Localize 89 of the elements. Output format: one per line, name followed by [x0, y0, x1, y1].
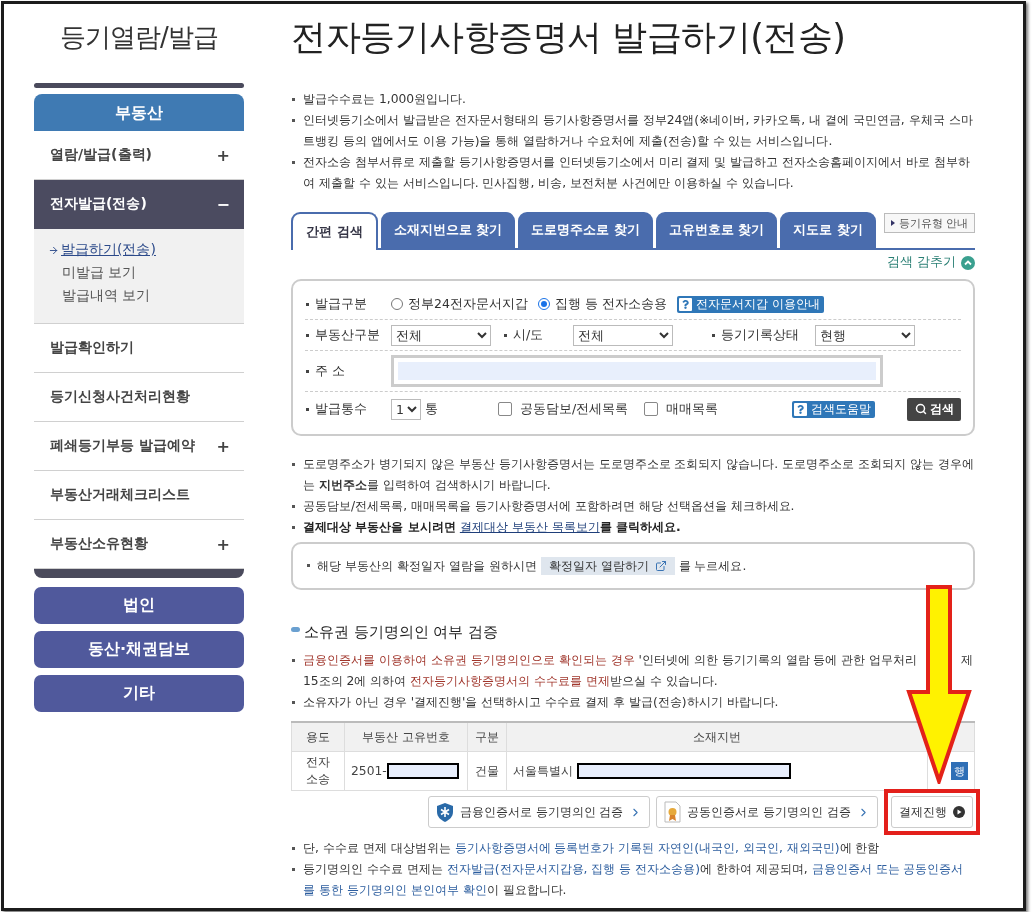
search-tab[interactable]: 도로명주소로 찾기 — [518, 212, 653, 248]
select-field[interactable]: 현행 — [815, 324, 915, 346]
shield-icon — [435, 801, 454, 823]
sidebar-item-label: 부동산소유현황 — [50, 535, 148, 553]
field-label: 주 소 — [305, 362, 391, 380]
verify-button[interactable]: 공동인증서로 등기명의인 검증 — [656, 796, 878, 828]
note-text: 공동담보/전세목록, 매매목록을 등기사항증명서에 포함하려면 해당 선택옵션을 체크하세요. — [291, 496, 975, 517]
toggle-sign[interactable]: − — [216, 194, 230, 214]
help-button[interactable]: 전자문서지갑 이용안내 — [676, 295, 824, 313]
help-button[interactable]: 검색도움말 — [792, 400, 876, 418]
checkbox-option[interactable]: 매매목록 — [644, 400, 719, 418]
sidebar-item-label: 폐쇄등기부등 발급예약 — [50, 437, 195, 455]
toggle-sign[interactable]: + — [216, 145, 230, 165]
note-text: 도로명주소가 병기되지 않은 부동산 등기사항증명서는 도로명주소로 조회되지 않습니다. 도로명주소로 조회되지 않는 경우에는 지번주소를 입력하여 검색하시기 바랍니다. — [291, 454, 975, 496]
page-title: 전자등기사항증명서 발급하기(전송) — [291, 16, 847, 59]
table-cell-text: 2501- — [351, 763, 387, 778]
category-button[interactable]: 동산·채권담보 — [34, 631, 244, 668]
radio-option[interactable]: 정부24전자문서지갑 — [391, 295, 528, 313]
sidebar-item-label: 등기신청사건처리현황 — [50, 388, 190, 406]
verify-button[interactable]: 금융인증서로 등기명의인 검증 — [427, 796, 651, 828]
proceed-button[interactable]: 행 — [951, 762, 968, 780]
checkbox-option[interactable]: 공동담보/전세목록 — [498, 400, 629, 418]
sidebar-item[interactable]: 전자발급(전송) − — [34, 180, 244, 229]
select-field[interactable]: 전체 — [573, 324, 673, 346]
collapse-icon — [961, 255, 975, 270]
sidebar-item-label: 부동산거래체크리스트 — [50, 486, 190, 504]
submenu-item[interactable]: 발급내역 보기 — [48, 287, 244, 305]
select-field[interactable]: 전체 — [391, 324, 491, 346]
info-text: 해당 부동산의 확정일자 열람을 원하시면 — [307, 557, 537, 575]
category-button[interactable]: 법인 — [34, 587, 244, 624]
sidebar-item-label: 전자발급(전송) — [50, 195, 147, 213]
note-text: 결제대상 부동산을 보시려면 결제대상 부동산 목록보기를 클릭하세요. — [291, 517, 975, 538]
arrow-circle-icon — [953, 806, 965, 818]
date-view-button[interactable]: 확정일자 열람하기 — [540, 557, 675, 575]
table-cell-text: 서울특별시 — [513, 763, 573, 778]
sidebar-item-label: 열람/발급(출력) — [50, 146, 152, 164]
section-heading: 소유권 등기명의인 여부 검증 — [304, 623, 498, 642]
table-cell: 전자 소송 — [291, 751, 345, 791]
search-tab[interactable]: 고유번호로 찾기 — [655, 212, 778, 248]
search-tab[interactable]: 소재지번으로 찾기 — [380, 212, 516, 248]
field-label: 시/도 — [503, 326, 573, 344]
category-button[interactable]: 기타 — [34, 675, 244, 712]
note-text: 인터넷등기소에서 발급받은 전자문서형태의 등기사항증명서를 정부24앱(※네이버, 카카오톡, 내 곁에 국민연금, 우체국 스마트뱅킹 등의 앱에서도 이용 가능)을 통해 열람하거나 수요처에 제출(전송)할 수 있는 서비스입니다. — [291, 110, 975, 152]
column-header: 용도 — [291, 722, 345, 752]
question-icon — [678, 297, 692, 311]
guide-button[interactable]: 등기유형 안내 — [883, 213, 975, 233]
column-header: 부동산 고유번호 — [344, 722, 468, 752]
section-title: 등기열람/발급 — [59, 21, 219, 54]
radio-button[interactable] — [537, 298, 550, 310]
category-header[interactable]: 부동산 — [34, 94, 244, 131]
column-header: 소재지번 — [506, 722, 928, 752]
question-icon — [794, 402, 808, 416]
field-label: 부동산구분 — [305, 326, 391, 344]
external-link-icon — [654, 560, 667, 572]
note-text: 소유자가 아닌 경우 '결제진행'을 선택하시고 수수료 결제 후 발급(전송)하시기 바랍니다. — [291, 692, 975, 713]
checkbox[interactable] — [498, 402, 512, 416]
arrow-icon — [48, 244, 59, 256]
note-text: 단, 수수료 면제 대상범위는 등기사항증명서에 등록번호가 기록된 자연인(내국인, 외국인, 재외국민)에 한함 — [291, 838, 975, 859]
field-label: 발급통수 — [305, 400, 391, 418]
radio-button[interactable] — [391, 298, 403, 310]
submenu-item[interactable]: 미발급 보기 — [48, 264, 244, 282]
toggle-sign[interactable]: + — [216, 436, 230, 456]
note-text: 등기명의인 수수료 면제는 전자발급(전자문서지갑용, 집행 등 전자소송용)에 한하여 제공되며, 금융인증서 또는 공동인증서를 통한 등기명의인 본인여부 확인이 필요합니다. — [291, 859, 975, 901]
toggle-sign[interactable]: + — [216, 534, 230, 554]
search-button[interactable]: 검색 — [907, 397, 961, 421]
submenu-item[interactable]: 발급하기(전송) — [48, 241, 244, 259]
checkbox[interactable] — [644, 402, 659, 416]
note-text: 금융인증서를 이용하여 소유권 등기명의인으로 확인되는 경우 '인터넷에 의한 등기기록의 열람 등에 관한 업무처리 제 15조의 2에 의하여 전자등기사항증명서의 수수료를 면제받으실 수 있습니다. — [291, 650, 975, 692]
triangle-icon — [890, 220, 895, 226]
unit-label: 통 — [425, 400, 438, 418]
note-text: 전자소송 첨부서류로 제출할 등기사항증명서를 인터넷등기소에서 미리 결제 및 발급하고 전자소송홈페이지에서 바로 첨부하여 제출할 수 있는 서비스입니다. 민사집행, 비송, 보전처분 사건에만 이용하실 수 있습니다. — [291, 152, 975, 194]
sidebar-item-label: 발급확인하기 — [50, 339, 134, 357]
search-tab[interactable]: 간편 검색 — [291, 212, 378, 250]
column-header: 구분 — [467, 722, 507, 752]
search-icon — [914, 403, 927, 415]
list-link[interactable]: 결제대상 부동산 목록보기 — [459, 520, 600, 534]
table-cell: 건물 — [467, 751, 507, 791]
note-text: 발급수수료는 1,000원입니다. — [291, 89, 975, 110]
address-field[interactable] — [391, 355, 883, 387]
certificate-icon — [664, 801, 682, 823]
field-label: 발급구분 — [305, 295, 391, 313]
hide-search-link[interactable]: 검색 감추기 — [887, 254, 975, 271]
search-tab[interactable]: 지도로 찾기 — [780, 212, 876, 248]
select-field[interactable]: 1 — [391, 398, 421, 420]
info-text: 를 누르세요. — [678, 557, 747, 575]
pay-button[interactable]: 결제진행 — [891, 796, 973, 828]
field-label: 등기기록상태 — [711, 326, 815, 344]
bullet-icon — [291, 627, 300, 632]
radio-option[interactable]: 집행 등 전자소송용 — [537, 295, 667, 313]
